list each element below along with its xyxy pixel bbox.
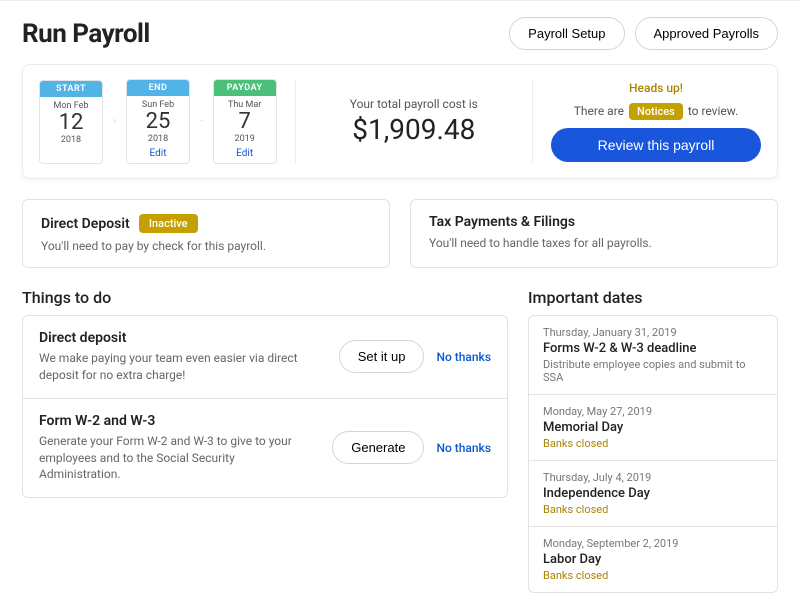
start-dow: Mon Feb: [40, 101, 102, 111]
approved-payrolls-button[interactable]: Approved Payrolls: [635, 17, 779, 50]
payroll-setup-button[interactable]: Payroll Setup: [509, 17, 624, 50]
important-date-item: Thursday, January 31, 2019 Forms W-2 & W…: [529, 316, 777, 394]
end-edit-link[interactable]: Edit: [127, 148, 189, 163]
todo-item-body: Generate your Form W-2 and W-3 to give t…: [39, 433, 299, 483]
tax-title: Tax Payments & Filings: [429, 214, 575, 230]
page-title: Run Payroll: [22, 19, 150, 49]
payday-year: 2019: [214, 134, 276, 144]
payroll-summary-card: START Mon Feb 12 2018 › END Sun Feb 25 2…: [22, 64, 778, 179]
chevron-right-icon: ›: [113, 116, 116, 127]
notice-suffix: to review.: [688, 104, 738, 118]
date-item-title: Labor Day: [543, 552, 763, 567]
dot-separator-icon: ·: [200, 116, 203, 127]
end-cap: END: [127, 80, 189, 96]
date-item-title: Independence Day: [543, 486, 763, 501]
start-date-tile: START Mon Feb 12 2018: [39, 80, 103, 164]
payday-day: 7: [214, 110, 276, 134]
date-item-date: Thursday, January 31, 2019: [543, 326, 763, 339]
date-item-note: Banks closed: [543, 437, 763, 450]
heads-up-label: Heads up!: [629, 81, 683, 95]
todo-dismiss-link[interactable]: No thanks: [436, 350, 491, 364]
direct-deposit-card: Direct Deposit Inactive You'll need to p…: [22, 199, 390, 268]
direct-deposit-title: Direct Deposit: [41, 216, 130, 232]
todo-item-body: We make paying your team even easier via…: [39, 350, 299, 384]
date-item-date: Thursday, July 4, 2019: [543, 471, 763, 484]
cost-value: $1,909.48: [352, 113, 475, 146]
review-payroll-button[interactable]: Review this payroll: [551, 128, 761, 162]
date-item-title: Memorial Day: [543, 420, 763, 435]
dates-section-title: Important dates: [528, 288, 778, 307]
todo-dismiss-link[interactable]: No thanks: [436, 441, 491, 455]
important-date-item: Monday, May 27, 2019 Memorial Day Banks …: [529, 394, 777, 460]
todo-item: Direct deposit We make paying your team …: [23, 316, 507, 398]
todo-action-button[interactable]: Generate: [332, 431, 424, 464]
important-date-item: Monday, September 2, 2019 Labor Day Bank…: [529, 526, 777, 592]
notices-badge[interactable]: Notices: [629, 103, 683, 120]
notice-line: There are Notices to review.: [574, 103, 738, 120]
tax-card: Tax Payments & Filings You'll need to ha…: [410, 199, 778, 268]
date-item-note: Distribute employee copies and submit to…: [543, 358, 763, 384]
direct-deposit-body: You'll need to pay by check for this pay…: [41, 239, 371, 253]
end-date-tile: END Sun Feb 25 2018 Edit: [126, 79, 190, 164]
date-item-note: Banks closed: [543, 569, 763, 582]
date-item-date: Monday, September 2, 2019: [543, 537, 763, 550]
payday-cap: PAYDAY: [214, 80, 276, 96]
direct-deposit-status-badge: Inactive: [139, 214, 198, 233]
todo-action-button[interactable]: Set it up: [339, 340, 425, 373]
todo-item-title: Direct deposit: [39, 330, 327, 346]
start-day: 12: [40, 111, 102, 135]
date-item-date: Monday, May 27, 2019: [543, 405, 763, 418]
end-year: 2018: [127, 134, 189, 144]
todo-item: Form W-2 and W-3 Generate your Form W-2 …: [23, 398, 507, 497]
todo-item-title: Form W-2 and W-3: [39, 413, 320, 429]
date-item-note: Banks closed: [543, 503, 763, 516]
todo-section-title: Things to do: [22, 288, 508, 307]
payday-tile: PAYDAY Thu Mar 7 2019 Edit: [213, 79, 277, 164]
important-date-item: Thursday, July 4, 2019 Independence Day …: [529, 460, 777, 526]
cost-label: Your total payroll cost is: [350, 97, 478, 111]
payday-edit-link[interactable]: Edit: [214, 148, 276, 163]
start-cap: START: [40, 81, 102, 97]
notice-prefix: There are: [574, 104, 624, 118]
start-year: 2018: [40, 135, 102, 145]
end-day: 25: [127, 110, 189, 134]
tax-body: You'll need to handle taxes for all payr…: [429, 236, 759, 250]
date-item-title: Forms W-2 & W-3 deadline: [543, 341, 763, 356]
